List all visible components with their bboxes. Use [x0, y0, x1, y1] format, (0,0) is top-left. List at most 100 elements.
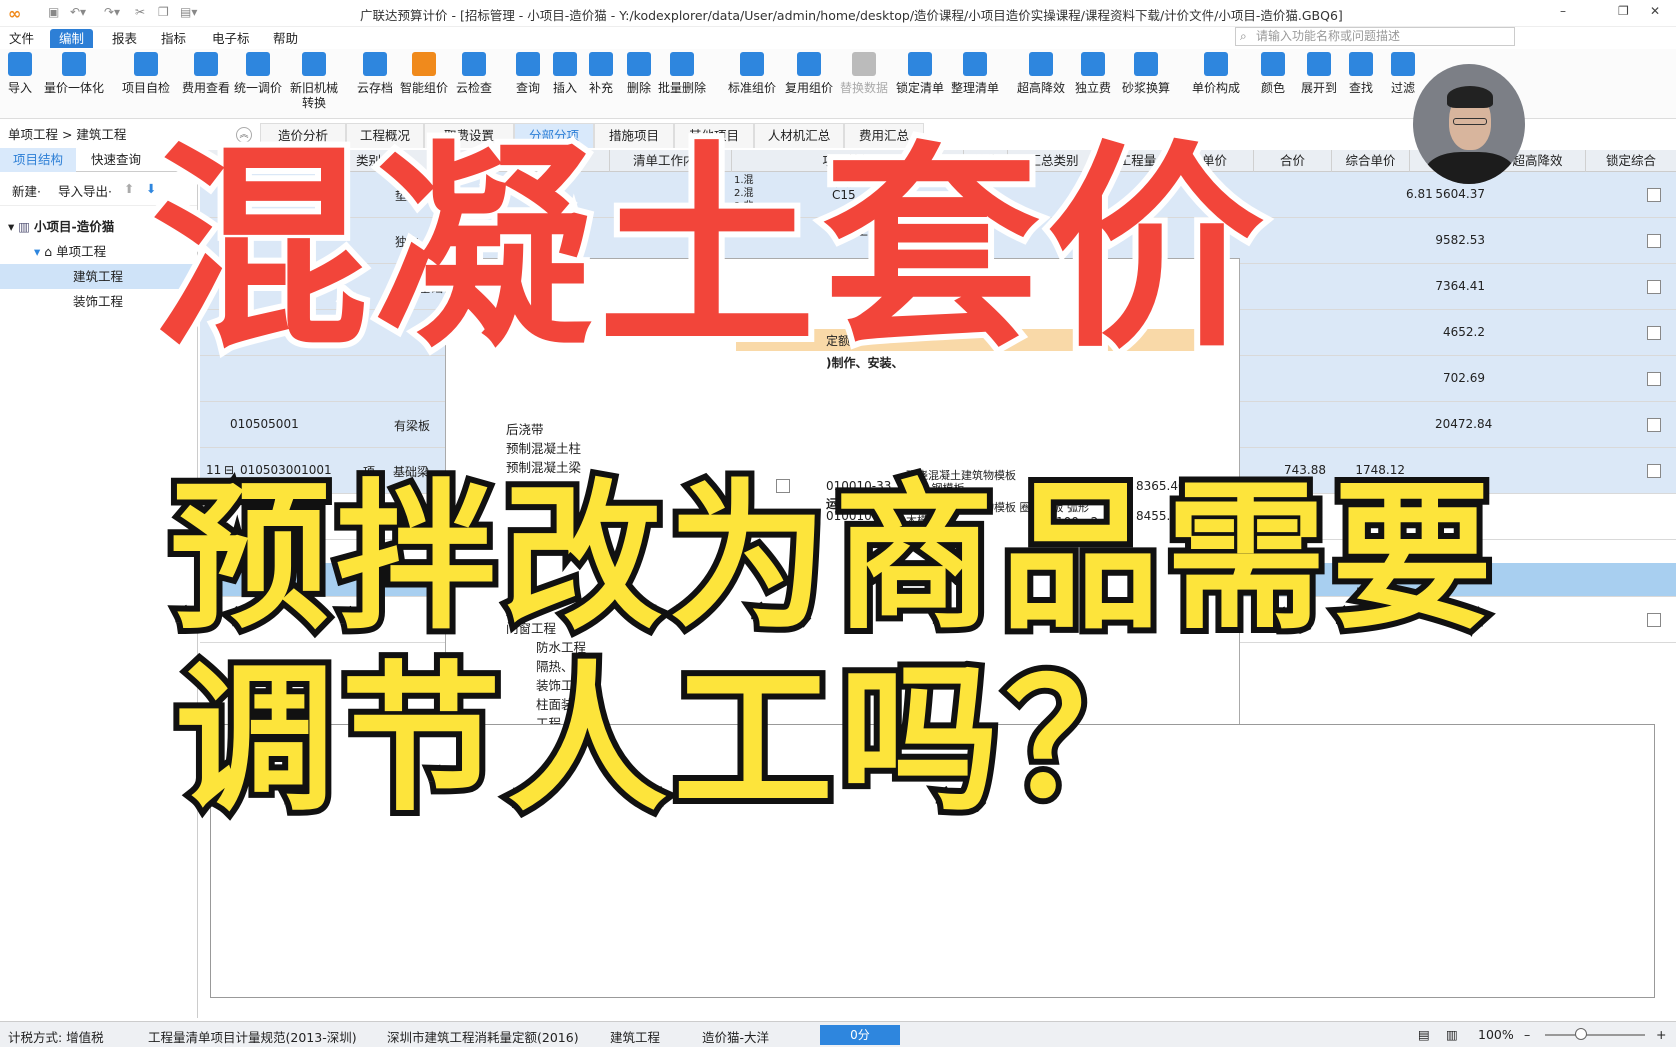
- ribbon-button[interactable]: 查找: [1349, 52, 1373, 96]
- status-norm: 工程量清单项目计量规范(2013-深圳): [148, 1030, 357, 1045]
- ribbon-button[interactable]: 复用组价: [785, 52, 833, 96]
- undo-icon[interactable]: ↶▾: [70, 5, 86, 19]
- ribbon-button[interactable]: 云存档: [357, 52, 393, 96]
- ribbon-button[interactable]: 查询: [516, 52, 540, 96]
- menu-report[interactable]: 报表: [103, 29, 146, 48]
- ribbon-button[interactable]: 砂浆换算: [1122, 52, 1170, 96]
- zoom-slider-knob[interactable]: [1575, 1028, 1587, 1040]
- search-icon: ⌕: [1240, 29, 1247, 43]
- ribbon-icon: [134, 52, 158, 76]
- move-up-icon[interactable]: ⬆: [124, 181, 134, 196]
- ribbon-label: 插入: [553, 81, 578, 95]
- ribbon-label: 统一调价: [234, 81, 283, 95]
- menu-ebid[interactable]: 电子标: [203, 29, 259, 48]
- import-export-button[interactable]: 导入导出·: [58, 181, 112, 200]
- ribbon-button[interactable]: 项目自检: [122, 52, 170, 96]
- ribbon-button[interactable]: 单价构成: [1192, 52, 1240, 96]
- ribbon-button[interactable]: 展开到: [1301, 52, 1337, 96]
- search-placeholder: 请输入功能名称或问题描述: [1256, 29, 1401, 43]
- lock-checkbox[interactable]: [1647, 464, 1661, 478]
- view-normal-icon[interactable]: ▤: [1418, 1027, 1430, 1042]
- ribbon-label: 单价构成: [1192, 81, 1241, 95]
- col-lock[interactable]: 锁定综合: [1586, 150, 1676, 172]
- row-composite-total: 4652.2: [1443, 325, 1485, 339]
- menu-edit[interactable]: 编制: [50, 29, 94, 48]
- ribbon-icon: [1134, 52, 1158, 76]
- ribbon-icon: [1029, 52, 1053, 76]
- home-icon: ⌂: [44, 244, 57, 259]
- redo-icon[interactable]: ↷▾: [104, 5, 120, 19]
- lock-checkbox[interactable]: [1647, 188, 1661, 202]
- new-button[interactable]: 新建·: [12, 181, 41, 200]
- ribbon-button[interactable]: 云检查: [456, 52, 492, 96]
- ribbon-label: 云存档: [357, 81, 394, 95]
- lock-checkbox[interactable]: [1647, 418, 1661, 432]
- ribbon-button[interactable]: 标准组价: [728, 52, 776, 96]
- presenter-avatar: [1413, 64, 1525, 184]
- ribbon-button[interactable]: 过滤: [1391, 52, 1415, 96]
- function-search-input[interactable]: ⌕ 请输入功能名称或问题描述: [1235, 27, 1515, 46]
- zoom-slider[interactable]: [1545, 1034, 1645, 1036]
- ribbon-button[interactable]: 超高降效: [1017, 52, 1065, 96]
- menu-index[interactable]: 指标: [152, 29, 195, 48]
- zoom-out-icon[interactable]: –: [1524, 1027, 1530, 1042]
- ribbon-button[interactable]: 智能组价: [400, 52, 448, 96]
- paste-icon[interactable]: ▤▾: [180, 5, 197, 19]
- ribbon-icon: [797, 52, 821, 76]
- expand-icon[interactable]: ▾: [8, 219, 18, 234]
- ribbon-button[interactable]: 量价一体化: [44, 52, 104, 96]
- ribbon-label: 颜色: [1261, 81, 1286, 95]
- ribbon-button[interactable]: 独立费: [1075, 52, 1111, 96]
- ribbon-icon: [1391, 52, 1415, 76]
- ribbon-icon: [740, 52, 764, 76]
- ribbon-button[interactable]: 颜色: [1261, 52, 1285, 96]
- close-icon[interactable]: ✕: [1650, 4, 1660, 18]
- view-split-icon[interactable]: ▥: [1446, 1027, 1458, 1042]
- ribbon-icon: [412, 52, 436, 76]
- lock-checkbox[interactable]: [1647, 280, 1661, 294]
- expand-icon[interactable]: ▾: [34, 244, 44, 259]
- ribbon-button[interactable]: 锁定清单: [896, 52, 944, 96]
- ribbon-button[interactable]: 整理清单: [951, 52, 999, 96]
- ribbon-button[interactable]: 费用查看: [182, 52, 230, 96]
- ribbon-button[interactable]: 替换数据: [840, 52, 888, 96]
- cut-icon[interactable]: ✂: [135, 5, 145, 19]
- lock-checkbox[interactable]: [1647, 613, 1661, 627]
- restore-icon[interactable]: ❐: [1618, 4, 1629, 18]
- lock-checkbox[interactable]: [1647, 326, 1661, 340]
- minimize-icon[interactable]: –: [1560, 4, 1566, 18]
- ribbon-button[interactable]: 插入: [553, 52, 577, 96]
- ribbon-button[interactable]: 批量删除: [658, 52, 706, 96]
- tab-project-structure[interactable]: 项目结构: [0, 148, 76, 172]
- copy-icon[interactable]: ❐: [158, 5, 169, 19]
- ribbon-label: 整理清单: [951, 81, 1000, 95]
- lock-checkbox[interactable]: [1647, 234, 1661, 248]
- ribbon-button[interactable]: 导入: [8, 52, 32, 96]
- ribbon-button[interactable]: 新旧机械 转换: [290, 52, 338, 110]
- ribbon-button[interactable]: 删除: [627, 52, 651, 96]
- dialog-tree-item[interactable]: 后浇带: [506, 419, 544, 438]
- ribbon-label: 费用查看: [182, 81, 231, 95]
- menu-file[interactable]: 文件: [0, 29, 43, 48]
- ribbon-label: 标准组价: [728, 81, 777, 95]
- menu-help[interactable]: 帮助: [264, 29, 307, 48]
- zoom-in-icon[interactable]: +: [1656, 1027, 1666, 1042]
- col-composite-price[interactable]: 综合单价: [1332, 150, 1410, 172]
- ribbon-icon: [62, 52, 86, 76]
- ribbon-label: 项目自检: [122, 81, 171, 95]
- save-icon[interactable]: ▣: [48, 5, 59, 19]
- ribbon-icon: [1081, 52, 1105, 76]
- tab-quick-query[interactable]: 快速查询: [78, 148, 154, 172]
- ribbon-button[interactable]: 统一调价: [234, 52, 282, 96]
- ribbon-label: 查询: [516, 81, 541, 95]
- ribbon-icon: [1261, 52, 1285, 76]
- ribbon-icon: [963, 52, 987, 76]
- ribbon-label: 智能组价: [400, 81, 449, 95]
- lock-checkbox[interactable]: [1647, 372, 1661, 386]
- status-tax: 计税方式: 增值税: [8, 1030, 104, 1045]
- row-composite-total: 20472.84: [1435, 417, 1493, 431]
- title-bar: ∞ ▣ ↶▾ ↷▾ ✂ ❐ ▤▾ 广联达预算计价 - [招标管理 - 小项目-造…: [0, 0, 1676, 27]
- ribbon-button[interactable]: 补充: [589, 52, 613, 96]
- ribbon-icon: [8, 52, 32, 76]
- dialog-tree-item[interactable]: 预制混凝土柱: [506, 438, 581, 457]
